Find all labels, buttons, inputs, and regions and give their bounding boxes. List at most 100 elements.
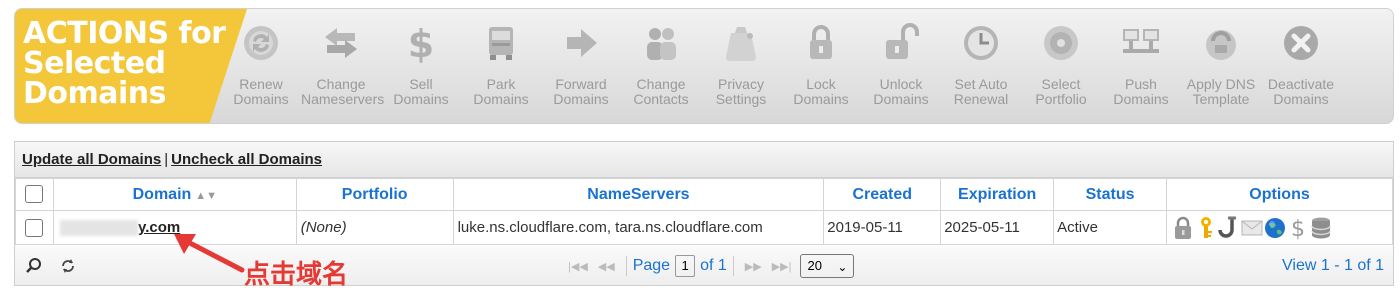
deactivate-domains-button[interactable]: Deactivate Domains — [1261, 9, 1341, 123]
unlock-domains-label-1: Unlock — [879, 76, 923, 92]
contacts-icon — [641, 23, 681, 63]
expiration-column-header[interactable]: Expiration — [940, 178, 1055, 211]
pager-separator — [625, 256, 627, 276]
push-domains-label: Push Domains — [1101, 77, 1181, 107]
change-nameservers-label-2: Nameservers — [301, 91, 385, 107]
page-number-input[interactable]: 1 — [675, 255, 696, 277]
truck-icon — [481, 23, 521, 63]
sell-domains-label-2: Domains — [393, 91, 449, 107]
unlock-domains-button[interactable]: Unlock Domains — [861, 9, 941, 123]
portfolio-column-header[interactable]: Portfolio — [295, 178, 454, 211]
dollar-icon: $ — [401, 22, 441, 66]
privacy-settings-label-2: Settings — [715, 91, 767, 107]
chevron-down-icon: ⌄ — [837, 260, 848, 274]
set-auto-renewal-button[interactable]: Set Auto Renewal — [941, 9, 1021, 123]
update-all-domains-link[interactable]: Update all Domains — [22, 151, 161, 168]
renew-domains-label-2: Domains — [233, 91, 289, 107]
created-cell: 2019-05-11 — [823, 210, 942, 245]
select-all-checkbox[interactable] — [25, 185, 44, 204]
privacy-settings-button[interactable]: Privacy Settings — [701, 9, 781, 123]
page-total-label: of 1 — [700, 257, 727, 274]
select-all-header — [15, 178, 54, 211]
lock-domains-button[interactable]: Lock Domains — [781, 9, 861, 123]
first-page-icon[interactable]: |◀◀ — [568, 260, 588, 273]
lock-icon[interactable] — [1172, 216, 1194, 240]
hook-icon[interactable] — [1218, 216, 1240, 240]
actions-title-line-1: ACTIONS for — [23, 16, 226, 51]
select-portfolio-button[interactable]: Select Portfolio — [1021, 9, 1101, 123]
domain-column-header[interactable]: Domain ▲▼ — [52, 178, 297, 211]
svg-text:$: $ — [408, 23, 434, 63]
dns-template-icon — [1201, 23, 1241, 63]
forward-domains-label: Forward Domains — [541, 77, 621, 107]
uncheck-all-domains-link[interactable]: Uncheck all Domains — [171, 151, 322, 168]
set-auto-renewal-label-1: Set Auto — [954, 76, 1008, 92]
pager: |◀◀ ◀◀ Page 1 of 1 ▶▶ ▶▶| 20 ⌄ — [563, 254, 855, 278]
apply-dns-template-label-1: Apply DNS — [1186, 76, 1256, 92]
pager-separator — [732, 256, 734, 276]
database-icon[interactable] — [1310, 216, 1332, 240]
renew-domains-label: Renew Domains — [221, 77, 301, 107]
forward-domains-label-1: Forward — [555, 76, 607, 92]
set-auto-renewal-label: Set Auto Renewal — [941, 77, 1021, 107]
push-domains-button[interactable]: Push Domains — [1101, 9, 1181, 123]
privacy-bag-icon — [721, 23, 761, 63]
page-label: Page — [632, 257, 671, 274]
set-auto-renewal-label-2: Renewal — [953, 91, 1009, 107]
rows-per-page-value: 20 — [807, 258, 822, 273]
change-nameservers-button[interactable]: Change Nameservers — [301, 9, 385, 123]
park-domains-button[interactable]: Park Domains — [461, 9, 541, 123]
next-page-icon[interactable]: ▶▶ — [745, 260, 762, 273]
actions-title: ACTIONS for Selected Domains — [23, 19, 243, 109]
globe-icon[interactable] — [1264, 216, 1286, 240]
key-icon[interactable] — [1195, 216, 1217, 240]
created-column-header[interactable]: Created — [823, 178, 942, 211]
annotation-label: 点击域名 — [244, 260, 349, 290]
actions-list: Renew Domains Change Nameservers $ Sell … — [221, 9, 1341, 123]
apply-dns-template-button[interactable]: Apply DNS Template — [1181, 9, 1261, 123]
sort-icon: ▲▼ — [195, 189, 218, 202]
row-select-cell — [15, 210, 54, 245]
prev-page-icon[interactable]: ◀◀ — [598, 260, 615, 273]
sell-domains-label: Sell Domains — [381, 77, 461, 107]
park-domains-label-1: Park — [486, 76, 516, 92]
refresh-icon — [241, 23, 281, 63]
renew-domains-label-1: Renew — [239, 76, 283, 92]
deactivate-domains-label-1: Deactivate — [1267, 76, 1335, 92]
envelope-icon[interactable] — [1241, 216, 1263, 240]
privacy-settings-label: Privacy Settings — [701, 77, 781, 107]
select-portfolio-label: Select Portfolio — [1021, 77, 1101, 107]
deactivate-domains-label-2: Domains — [1273, 91, 1329, 107]
park-domains-label-2: Domains — [473, 91, 529, 107]
renew-domains-button[interactable]: Renew Domains — [221, 9, 301, 123]
change-contacts-label-1: Change — [636, 76, 686, 92]
actions-title-line-3: Domains — [23, 76, 167, 111]
lock-icon — [801, 23, 841, 63]
change-contacts-button[interactable]: Change Contacts — [621, 9, 701, 123]
sell-domains-button[interactable]: $ Sell Domains — [381, 9, 461, 123]
nameservers-cell: luke.ns.cloudflare.com, tara.ns.cloudfla… — [452, 210, 825, 245]
row-checkbox[interactable] — [25, 218, 44, 237]
unlock-icon — [881, 23, 921, 63]
view-range-text: View 1 - 1 of 1 — [1282, 257, 1384, 274]
push-domains-label-1: Push — [1125, 76, 1157, 92]
apply-dns-template-label-2: Template — [1192, 91, 1250, 107]
refresh-icon[interactable] — [59, 257, 77, 275]
status-cell: Active — [1053, 210, 1168, 245]
nameservers-column-header[interactable]: NameServers — [452, 178, 825, 211]
search-icon[interactable] — [25, 257, 43, 275]
rows-per-page-select[interactable]: 20 ⌄ — [800, 254, 855, 278]
dollar-icon[interactable]: $ — [1287, 216, 1309, 242]
deactivate-x-icon — [1281, 23, 1321, 63]
status-column-header[interactable]: Status — [1053, 178, 1168, 211]
select-portfolio-label-2: Portfolio — [1035, 91, 1087, 107]
park-domains-label: Park Domains — [461, 77, 541, 107]
last-page-icon[interactable]: ▶▶| — [772, 260, 792, 273]
forward-domains-button[interactable]: Forward Domains — [541, 9, 621, 123]
lock-domains-label: Lock Domains — [781, 77, 861, 107]
clock-icon — [961, 23, 1001, 63]
annotation-arrow — [174, 234, 245, 273]
table-topbar: Update all Domains | Uncheck all Domains — [15, 142, 1393, 178]
lock-domains-label-1: Lock — [806, 76, 836, 92]
options-cell: $ — [1166, 210, 1393, 245]
